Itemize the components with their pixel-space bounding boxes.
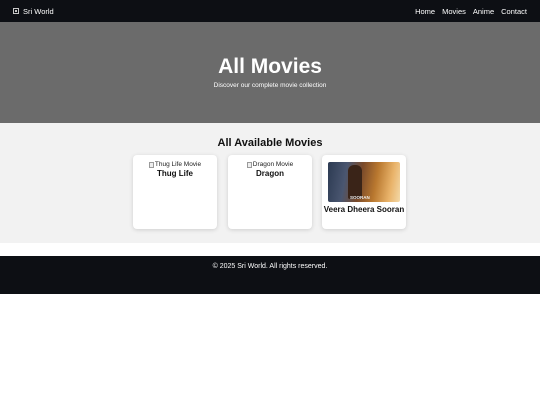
- page-title: All Movies: [218, 55, 322, 78]
- movie-card-thug-life[interactable]: Thug Life Movie Thug Life: [133, 155, 217, 229]
- image-alt-text: Dragon Movie: [252, 161, 294, 168]
- broken-image: Dragon Movie: [228, 161, 312, 168]
- nav-link-contact[interactable]: Contact: [501, 7, 527, 16]
- brand-logo-icon: [13, 8, 19, 14]
- brand[interactable]: Sri World: [13, 7, 54, 16]
- navbar: Sri World Home Movies Anime Contact: [0, 0, 540, 22]
- poster-figure: [348, 165, 362, 199]
- broken-image: Thug Life Movie: [133, 161, 217, 168]
- movies-section: All Available Movies Thug Life Movie Thu…: [0, 123, 540, 243]
- nav-link-home[interactable]: Home: [415, 7, 435, 16]
- footer: © 2025 Sri World. All rights reserved.: [0, 256, 540, 294]
- movie-title: Dragon: [256, 169, 284, 178]
- broken-image-icon: [148, 161, 154, 168]
- movie-card-veera-dheera-sooran[interactable]: SOORAN Veera Dheera Sooran: [322, 155, 406, 229]
- section-title: All Available Movies: [217, 137, 323, 149]
- movie-title: Thug Life: [157, 169, 193, 178]
- poster-logo-text: SOORAN: [350, 195, 370, 200]
- footer-copyright: © 2025 Sri World. All rights reserved.: [212, 263, 328, 270]
- movie-card-dragon[interactable]: Dragon Movie Dragon: [228, 155, 312, 229]
- movie-poster[interactable]: SOORAN: [328, 162, 400, 202]
- broken-image-icon: [246, 161, 252, 168]
- image-alt-text: Thug Life Movie: [154, 161, 202, 168]
- hero-banner: All Movies Discover our complete movie c…: [0, 22, 540, 123]
- nav-link-movies[interactable]: Movies: [442, 7, 466, 16]
- nav-link-anime[interactable]: Anime: [473, 7, 494, 16]
- hero-subtitle: Discover our complete movie collection: [213, 82, 327, 89]
- brand-name: Sri World: [23, 6, 54, 16]
- movie-title: Veera Dheera Sooran: [323, 205, 405, 214]
- nav-links: Home Movies Anime Contact: [415, 7, 527, 16]
